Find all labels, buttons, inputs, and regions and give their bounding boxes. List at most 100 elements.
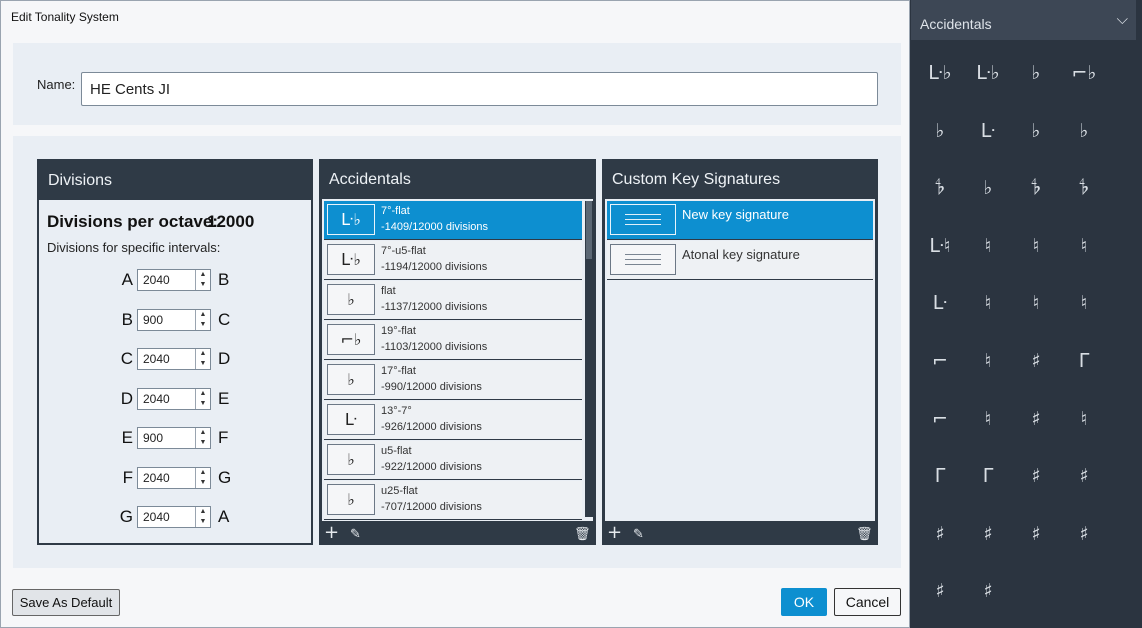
edit-icon[interactable]: ✎	[350, 525, 361, 545]
accidental-glyph-icon[interactable]: ♭	[1016, 53, 1056, 93]
accidental-glyph-icon[interactable]: ♮	[968, 399, 1008, 439]
chevron-down-icon[interactable]: ⌵	[1117, 11, 1128, 28]
accidentals-panel: Accidentals ᒷ♭ 7°-flat -1409/12000 divisio…	[319, 159, 596, 545]
interval-spinbox[interactable]: 2040 ▲ ▼	[137, 348, 211, 370]
accidental-glyph-icon[interactable]: ♯	[920, 571, 960, 611]
interval-to-note: E	[218, 389, 230, 408]
accidental-glyph-icon[interactable]: ♮	[1016, 283, 1056, 323]
interval-row: E 900 ▲ ▼ F	[39, 427, 309, 451]
accidental-glyph-icon[interactable]: 𝄳	[1064, 168, 1104, 208]
interval-spinbox[interactable]: 2040 ▲ ▼	[137, 388, 211, 410]
accidental-glyph-icon[interactable]: ♯	[920, 514, 960, 554]
interval-spinbox[interactable]: 900 ▲ ▼	[137, 427, 211, 449]
list-item[interactable]: ᒷ 13°-7° -926/12000 divisions	[324, 401, 582, 440]
accidental-glyph-icon[interactable]: ♮	[1064, 283, 1104, 323]
add-icon[interactable]: +	[324, 523, 339, 543]
list-item[interactable]: Atonal key signature	[607, 241, 873, 280]
accidental-glyph-icon[interactable]: ᒥ	[1064, 341, 1104, 381]
spinner-arrows-icon[interactable]: ▲ ▼	[195, 507, 210, 527]
list-item[interactable]: ♭ u5-flat -922/12000 divisions	[324, 441, 582, 480]
accidental-glyph-icon[interactable]: 𝄳	[920, 168, 960, 208]
accidental-glyph-icon[interactable]: ᒥ	[920, 456, 960, 496]
list-item[interactable]: ⌐♭ 19°-flat -1103/12000 divisions	[324, 321, 582, 360]
accidental-glyph-icon[interactable]: 𝄳	[1016, 168, 1056, 208]
spinner-arrows-icon[interactable]: ▲ ▼	[195, 468, 210, 488]
accidental-name: flat	[381, 285, 396, 297]
interval-to-note: B	[218, 270, 230, 289]
delete-icon[interactable]: 🗑	[574, 525, 591, 545]
spinner-arrows-icon[interactable]: ▲ ▼	[195, 428, 210, 448]
ok-button[interactable]: OK	[781, 588, 827, 616]
accidental-glyph-icon[interactable]: ♭	[920, 111, 960, 151]
add-icon[interactable]: +	[607, 523, 622, 543]
interval-row: G 2040 ▲ ▼ A	[39, 506, 309, 530]
accidental-glyph-icon[interactable]: ♯	[1016, 341, 1056, 381]
name-input[interactable]	[81, 72, 878, 106]
accidental-glyph-icon[interactable]: ᒷ♭	[968, 53, 1008, 93]
interval-from-note: G	[119, 507, 133, 526]
sidebar-header[interactable]: Accidentals ⌵	[911, 0, 1136, 40]
accidental-glyph-icon[interactable]: ♯	[1016, 514, 1056, 554]
spinner-arrows-icon[interactable]: ▲ ▼	[195, 310, 210, 330]
key-signatures-panel: Custom Key Signatures New key signature …	[602, 159, 878, 545]
spinner-arrows-icon[interactable]: ▲ ▼	[195, 389, 210, 409]
edit-icon[interactable]: ✎	[633, 525, 644, 545]
accidentals-sidebar: Accidentals ⌵ ᒷ♭ ᒷ♭ ♭ ⌐♭ ♭ ᒷ ♭ ♭ 𝄳 ♭ 𝄳 𝄳 ᒷ♮ ♮ ♮ ♮ ᒷ ♮ ♮ ♮ ⌐ ♮…	[911, 0, 1142, 628]
accidental-glyph-icon[interactable]: ᒥ	[968, 456, 1008, 496]
list-item[interactable]: ♭ u25-flat -707/12000 divisions	[324, 481, 582, 520]
spinner-arrows-icon[interactable]: ▲ ▼	[195, 270, 210, 290]
accidental-glyph-icon[interactable]: ᒷ	[920, 283, 960, 323]
delete-icon[interactable]: 🗑	[856, 525, 873, 545]
accidental-glyph-icon[interactable]: ♮	[968, 341, 1008, 381]
accidental-glyph-icon[interactable]: ♮	[1064, 399, 1104, 439]
interval-spinbox[interactable]: 2040 ▲ ▼	[137, 269, 211, 291]
accidental-glyph-icon[interactable]: ♮	[968, 226, 1008, 266]
accidental-glyph-icon[interactable]: ♭	[1016, 111, 1056, 151]
list-item[interactable]: ᒷ♭ 7°-u5-flat -1194/12000 divisions	[324, 241, 582, 280]
list-item[interactable]: ᒷ♭ 7°-flat -1409/12000 divisions	[324, 201, 582, 240]
accidental-glyph-icon[interactable]: ♯	[968, 514, 1008, 554]
accidental-glyph-icon[interactable]: ᒷ	[968, 111, 1008, 151]
scrollbar-thumb[interactable]	[586, 201, 592, 259]
accidental-glyph-icon[interactable]: ♭	[968, 168, 1008, 208]
accidental-glyph-icon[interactable]: ♮	[968, 283, 1008, 323]
interval-from-note: E	[121, 428, 133, 447]
vertical-scrollbar[interactable]	[585, 201, 593, 517]
list-item[interactable]: New key signature	[607, 201, 873, 240]
accidental-glyph-icon[interactable]: ♯	[1064, 514, 1104, 554]
accidental-glyph-icon[interactable]: ᒷ♭	[920, 53, 960, 93]
sidebar-title: Accidentals	[920, 16, 992, 32]
accidental-glyph-icon[interactable]: ♯	[1016, 456, 1056, 496]
interval-row: B 900 ▲ ▼ C	[39, 309, 309, 333]
staff-icon	[610, 204, 676, 235]
accidental-glyph-icon[interactable]: ♯	[968, 571, 1008, 611]
interval-to-note: C	[218, 310, 231, 329]
interval-spinbox[interactable]: 2040 ▲ ▼	[137, 467, 211, 489]
list-item[interactable]: ♭ 17°-flat -990/12000 divisions	[324, 361, 582, 400]
list-item[interactable]: ♭ flat -1137/12000 divisions	[324, 281, 582, 320]
accidental-glyph-icon[interactable]: ♮	[1064, 226, 1104, 266]
interval-from-note: F	[122, 468, 133, 487]
13-7-icon: ᒷ	[327, 404, 375, 435]
accidental-glyph-icon[interactable]: ♮	[1016, 226, 1056, 266]
accidental-glyph-icon[interactable]: ᒷ♮	[920, 226, 960, 266]
accidental-glyph-icon[interactable]: ⌐	[920, 341, 960, 381]
staff-icon	[610, 244, 676, 275]
accidental-divisions: -1194/12000 divisions	[381, 261, 488, 273]
interval-from-note: D	[120, 389, 133, 408]
cancel-button[interactable]: Cancel	[834, 588, 901, 616]
interval-row: C 2040 ▲ ▼ D	[39, 348, 309, 372]
edit-tonality-dialog: Edit Tonality System Name: Divisions Div…	[0, 0, 910, 628]
accidental-glyph-icon[interactable]: ♯	[1016, 399, 1056, 439]
interval-spinbox[interactable]: 2040 ▲ ▼	[137, 506, 211, 528]
accidentals-title: Accidentals	[329, 171, 411, 188]
accidental-glyph-icon[interactable]: ♯	[1064, 456, 1104, 496]
accidental-glyph-icon[interactable]: ⌐♭	[1064, 53, 1104, 93]
accidental-glyph-icon[interactable]: ♭	[1064, 111, 1104, 151]
accidental-divisions: -1103/12000 divisions	[381, 341, 488, 353]
interval-spinbox[interactable]: 900 ▲ ▼	[137, 309, 211, 331]
accidental-glyph-icon[interactable]: ⌐	[920, 399, 960, 439]
save-as-default-button[interactable]: Save As Default	[12, 589, 120, 616]
spinner-arrows-icon[interactable]: ▲ ▼	[195, 349, 210, 369]
specific-intervals-label: Divisions for specific intervals:	[47, 240, 221, 255]
